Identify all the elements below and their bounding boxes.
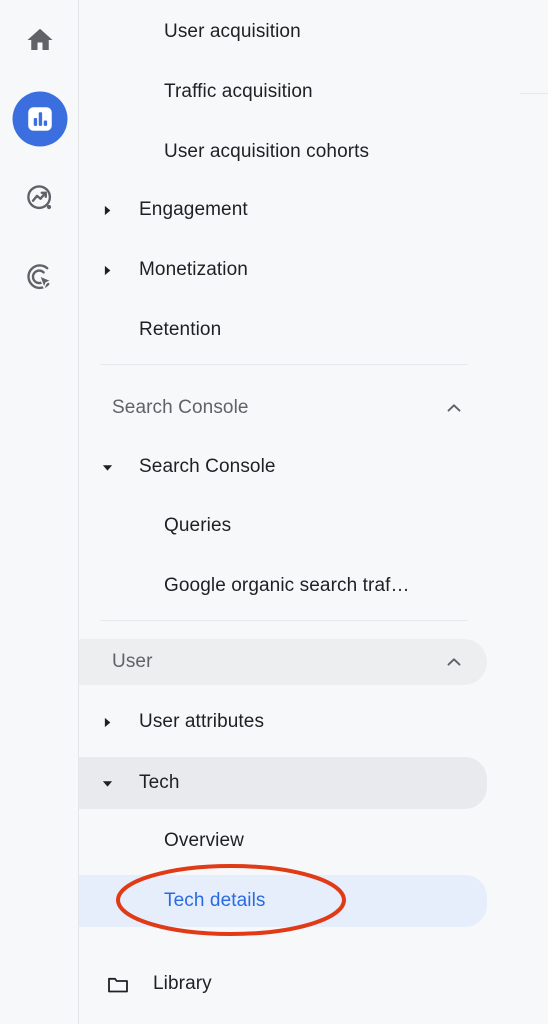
section-header-label: Search Console [112,397,249,418]
nav-item-label: Tech [139,772,180,793]
nav-item-overview[interactable]: Overview [79,819,487,863]
nav-item-tech-details[interactable]: Tech details [79,875,487,927]
nav-item-label: Library [153,973,212,994]
triangle-down-icon[interactable] [99,775,115,791]
nav-item-label: User acquisition [164,21,301,42]
section-header-search-console[interactable]: Search Console [79,385,487,431]
section-divider [100,620,468,621]
nav-item-search-console[interactable]: Search Console [79,445,487,489]
nav-item-label: Retention [139,319,222,340]
chevron-up-icon[interactable] [443,397,465,419]
rail-item-reports[interactable] [8,87,72,151]
nav-item-google-organic-search-traffic[interactable]: Google organic search traf… [79,564,487,608]
nav-item-label: Engagement [139,199,248,220]
nav-item-retention[interactable]: Retention [79,308,487,352]
triangle-right-icon[interactable] [99,714,115,730]
nav-item-user-acquisition-cohorts[interactable]: User acquisition cohorts [79,130,487,174]
section-header-label: User [112,651,153,672]
rail-item-home[interactable] [8,8,72,72]
nav-item-engagement[interactable]: Engagement [79,188,487,232]
nav-item-traffic-acquisition[interactable]: Traffic acquisition [79,70,487,114]
triangle-right-icon[interactable] [99,262,115,278]
chevron-up-icon[interactable] [443,651,465,673]
left-icon-rail [0,0,79,1024]
nav-item-label: Queries [164,515,232,536]
section-header-user[interactable]: User [79,639,487,685]
nav-item-queries[interactable]: Queries [79,504,487,548]
nav-item-label: Traffic acquisition [164,81,313,102]
panel-top-divider [520,93,548,94]
explore-trending-icon [25,183,55,213]
nav-item-label: User attributes [139,711,265,732]
nav-item-user-acquisition[interactable]: User acquisition [79,10,487,54]
home-icon [25,25,55,55]
nav-item-label: User acquisition cohorts [164,141,370,162]
section-divider [100,364,468,365]
rail-item-explore[interactable] [8,166,72,230]
nav-item-label: Overview [164,830,244,851]
triangle-right-icon[interactable] [99,202,115,218]
nav-item-label: Monetization [139,259,248,280]
nav-item-user-attributes[interactable]: User attributes [79,700,487,744]
folder-icon [106,972,130,996]
nav-item-label: Google organic search traf… [164,575,410,596]
rail-item-advertising[interactable] [8,245,72,309]
nav-item-label: Tech details [164,890,266,911]
nav-item-label: Search Console [139,456,276,477]
triangle-down-icon[interactable] [99,459,115,475]
nav-item-monetization[interactable]: Monetization [79,248,487,292]
bar-chart-icon [25,104,55,134]
navigation-panel: User acquisition Traffic acquisition Use… [79,0,548,1024]
nav-item-library[interactable]: Library [79,962,487,1006]
nav-item-tech[interactable]: Tech [79,757,487,809]
advertising-target-cursor-icon [25,262,55,292]
